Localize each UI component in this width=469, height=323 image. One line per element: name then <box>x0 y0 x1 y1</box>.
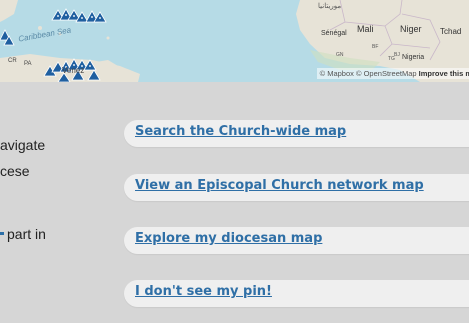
diocesan-map-button[interactable]: Explore my diocesan map <box>124 227 469 254</box>
text-marker <box>0 232 4 235</box>
map-label-senegal: Sénégal <box>321 30 347 37</box>
map-view[interactable]: Caribbean Sea Venez CR PA موريتانيا Mali… <box>0 0 469 82</box>
map-label-gn: GN <box>336 52 344 58</box>
improve-map-link[interactable]: Improve this m <box>419 69 469 78</box>
search-map-button[interactable]: Search the Church-wide map <box>124 120 469 147</box>
map-label-tchad: Tchad <box>440 27 462 36</box>
network-map-button[interactable]: View an Episcopal Church network map <box>124 174 469 201</box>
diocesan-map-link[interactable]: Explore my diocesan map <box>135 231 322 246</box>
map-label-niger: Niger <box>400 24 422 34</box>
map-label-mali: Mali <box>357 24 374 34</box>
map-label-mauritanie: موريتانيا <box>318 3 342 10</box>
network-map-link[interactable]: View an Episcopal Church network map <box>135 178 424 193</box>
map-attribution: © Mapbox © OpenStreetMap Improve this m <box>316 68 469 79</box>
intro-text-line-3: part in <box>7 226 46 242</box>
intro-text-line-2: cese <box>0 163 30 179</box>
map-label-nigeria: Nigeria <box>402 54 425 61</box>
map-label-cr: CR <box>8 58 17 64</box>
map-label-bj: BJ <box>394 52 400 58</box>
attribution-text[interactable]: © Mapbox © OpenStreetMap <box>320 69 417 78</box>
map-label-venezuela: Venez <box>62 66 85 75</box>
missing-pin-link[interactable]: I don't see my pin! <box>135 284 272 299</box>
intro-text-line-1: avigate <box>0 137 46 153</box>
map-label-bf: BF <box>372 44 379 50</box>
missing-pin-button[interactable]: I don't see my pin! <box>124 280 469 307</box>
map-label-pa: PA <box>24 61 32 67</box>
search-map-link[interactable]: Search the Church-wide map <box>135 124 346 139</box>
